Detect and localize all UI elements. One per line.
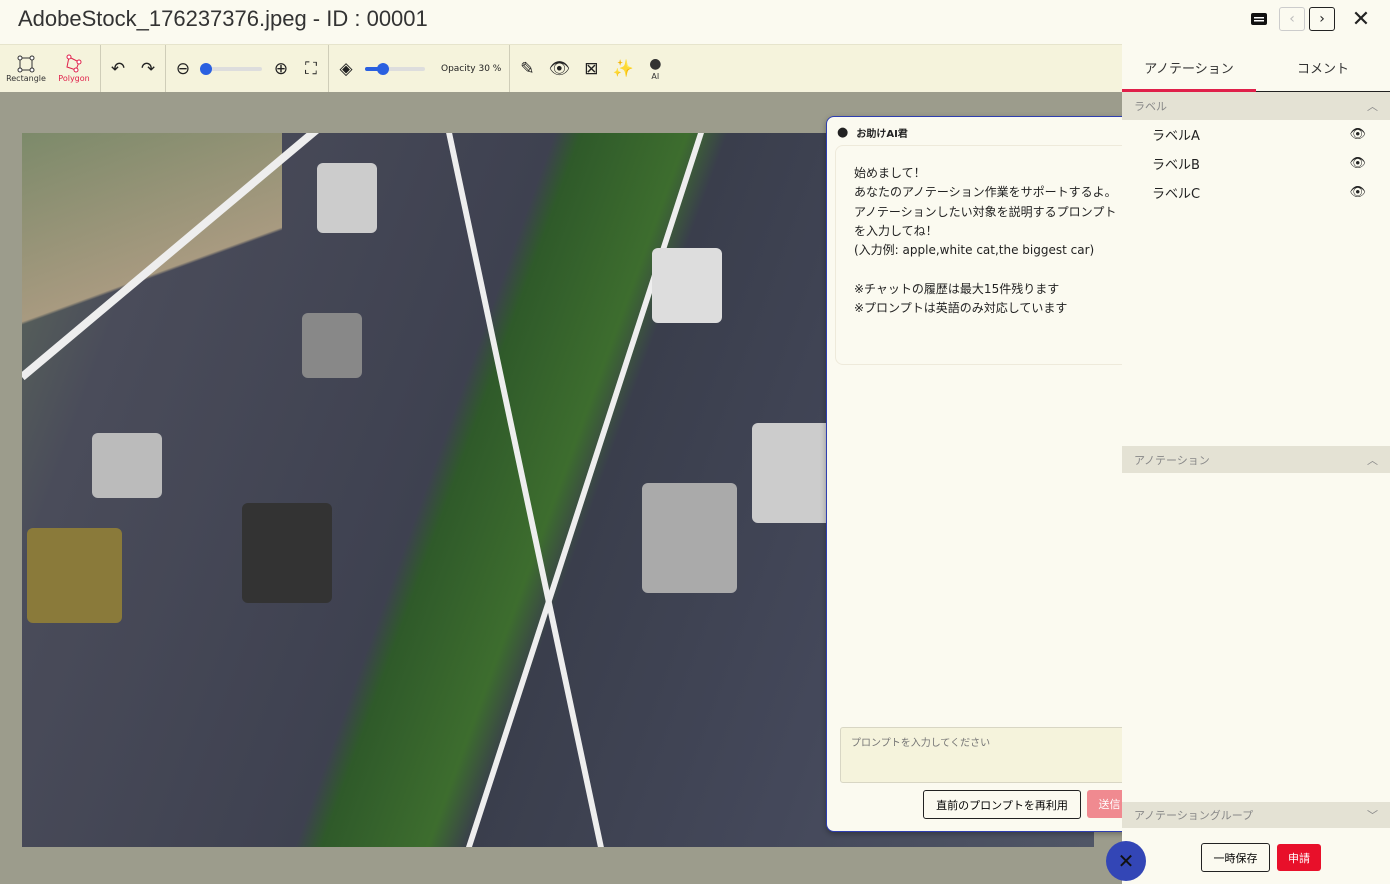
hide-labels-icon[interactable]: ⊠ [580, 58, 602, 80]
rectangle-label: Rectangle [6, 74, 46, 83]
chevron-up-icon[interactable]: ︿ [1367, 98, 1378, 114]
label-section-title: ラベル [1134, 100, 1167, 113]
label-list: ラベルA 👁 ラベルB 👁 ラベルC 👁 [1122, 120, 1390, 207]
redo-icon[interactable]: ↷ [137, 58, 159, 80]
ai-assist-button[interactable]: ● AI [644, 56, 666, 81]
rectangle-icon [17, 55, 35, 73]
chevron-up-icon[interactable]: ︿ [1367, 452, 1378, 468]
label-name: ラベルC [1152, 187, 1201, 202]
apply-button[interactable]: 申請 [1277, 844, 1321, 871]
right-panel: アノテーション コメント ラベル ︿ ラベルA 👁 ラベルB 👁 ラベルC 👁 アノテー… [1122, 44, 1390, 884]
temp-save-button[interactable]: 一時保存 [1201, 843, 1270, 872]
eye-icon[interactable]: 👁 [1349, 185, 1366, 200]
chevron-down-icon[interactable]: ﹀ [1367, 807, 1378, 823]
zoom-in-icon[interactable]: ⊕ [270, 58, 292, 80]
close-icon[interactable]: ✕ [1350, 7, 1372, 32]
opacity-slider[interactable] [365, 62, 425, 75]
annotation-section-title: アノテーション [1134, 453, 1210, 467]
ai-label: AI [651, 72, 660, 81]
magic-wand-icon[interactable]: ✨ [612, 58, 634, 80]
ai-bulb-icon: ● [837, 125, 849, 140]
undo-icon[interactable]: ↶ [107, 58, 129, 80]
chat-message: 始めまして！ あなたのアノテーション作業をサポートするよ。 アノテーションしたい… [835, 145, 1137, 365]
tab-annotation[interactable]: アノテーション [1122, 44, 1256, 92]
ai-bulb-icon: ● [649, 56, 662, 72]
chat-header: ● お助けAI君 [837, 125, 908, 140]
zoom-slider[interactable] [200, 62, 262, 75]
chat-title: お助けAI君 [856, 129, 908, 140]
layers-icon[interactable]: ◈ [335, 58, 357, 80]
group-section-header[interactable]: アノテーショングループ ﹀ [1122, 802, 1390, 828]
pencil-icon[interactable]: ✎ [516, 58, 538, 80]
eye-icon[interactable]: 👁 [1349, 156, 1366, 171]
annotation-section-header[interactable]: アノテーション ︿ [1122, 446, 1390, 473]
opacity-label: Opacity 30 % [441, 63, 502, 74]
label-item[interactable]: ラベルC 👁 [1122, 178, 1390, 207]
eye-icon[interactable]: 👁 [1349, 127, 1366, 142]
tab-comment[interactable]: コメント [1256, 44, 1390, 91]
prev-image-button[interactable]: ‹ [1279, 7, 1305, 31]
close-chat-button[interactable]: ✕ [1106, 841, 1146, 881]
polygon-label: Polygon [58, 74, 90, 83]
keyboard-icon[interactable] [1250, 7, 1268, 31]
label-item[interactable]: ラベルA 👁 [1122, 120, 1390, 149]
label-name: ラベルA [1152, 129, 1200, 144]
label-name: ラベルB [1152, 158, 1200, 173]
group-section-title: アノテーショングループ [1134, 809, 1254, 822]
next-image-button[interactable]: › [1309, 7, 1335, 31]
close-icon: ✕ [1117, 849, 1135, 873]
prompt-input[interactable] [840, 727, 1132, 783]
reuse-prompt-button[interactable]: 直前のプロンプトを再利用 [923, 790, 1081, 819]
label-section-header[interactable]: ラベル ︿ [1122, 92, 1390, 120]
ai-chat-panel: ● お助けAI君 始めまして！ あなたのアノテーション作業をサポートするよ。 ア… [826, 116, 1146, 832]
eye-icon[interactable]: 👁 [548, 58, 571, 80]
polygon-tool[interactable]: Polygon [54, 54, 94, 83]
window-title: AdobeStock_176237376.jpeg - ID : 00001 [18, 6, 428, 31]
polygon-icon [66, 54, 82, 73]
toolbar: Rectangle Polygon ↶ ↷ ⊖ ⊕ ⛶ ◈ Opacity 30… [0, 44, 1122, 92]
title-bar: AdobeStock_176237376.jpeg - ID : 00001 ‹… [0, 0, 1390, 44]
rectangle-tool[interactable]: Rectangle [6, 54, 46, 83]
zoom-out-icon[interactable]: ⊖ [172, 58, 194, 80]
fit-screen-icon[interactable]: ⛶ [300, 58, 322, 80]
label-item[interactable]: ラベルB 👁 [1122, 149, 1390, 178]
